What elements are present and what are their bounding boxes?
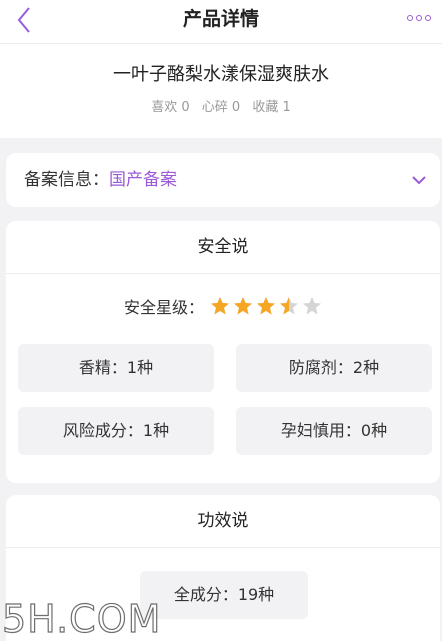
favorites-count[interactable]: 收藏 1 xyxy=(252,100,290,115)
more-dot-icon xyxy=(416,15,422,21)
likes-count[interactable]: 喜欢 0 xyxy=(151,100,189,115)
star-icon xyxy=(303,297,321,315)
filing-value: 国产备案 xyxy=(109,170,177,190)
risk-ingredient-chip[interactable]: 风险成分：1种 xyxy=(18,407,214,455)
watermark-logo: 5H.COM xyxy=(1,596,162,641)
safety-rating-label: 安全星级： xyxy=(123,298,204,317)
product-name: 一叶子酪梨水漾保湿爽肤水 xyxy=(113,64,329,85)
filing-info-row[interactable]: 备案信息：国产备案 xyxy=(6,153,440,207)
star-rating xyxy=(210,296,322,316)
filing-label: 备案信息：国产备案 xyxy=(24,153,177,207)
all-ingredients-chip[interactable]: 全成分：19种 xyxy=(140,571,308,619)
divider xyxy=(6,273,440,274)
efficacy-title: 功效说 xyxy=(197,511,249,531)
safety-rating: 安全星级： xyxy=(6,293,440,319)
star-icon xyxy=(257,297,275,315)
star-icon xyxy=(211,297,229,315)
star-icon xyxy=(280,297,298,315)
more-dot-icon xyxy=(407,15,413,21)
pregnancy-caution-chip[interactable]: 孕妇慎用：0种 xyxy=(236,407,432,455)
divider xyxy=(6,547,440,548)
safety-section: 安全说 安全星级： 香精：1种 防腐剂：2种 风险成分：1种 孕妇慎用：0种 xyxy=(6,221,440,483)
more-button[interactable] xyxy=(404,6,434,30)
product-stats: 喜欢 0 心碎 0 收藏 1 xyxy=(0,96,442,115)
fragrance-chip[interactable]: 香精：1种 xyxy=(18,344,214,392)
preservative-chip[interactable]: 防腐剂：2种 xyxy=(236,344,432,392)
chevron-down-icon[interactable] xyxy=(410,172,428,188)
star-icon xyxy=(234,297,252,315)
heartbreak-count[interactable]: 心碎 0 xyxy=(202,100,240,115)
filing-label-text: 备案信息： xyxy=(24,170,109,190)
safety-title: 安全说 xyxy=(197,237,249,257)
product-summary: 一叶子酪梨水漾保湿爽肤水 喜欢 0 心碎 0 收藏 1 xyxy=(0,44,442,138)
more-dot-icon xyxy=(425,15,431,21)
top-bar: 产品详情 xyxy=(0,0,442,44)
page-title: 产品详情 xyxy=(182,8,259,30)
